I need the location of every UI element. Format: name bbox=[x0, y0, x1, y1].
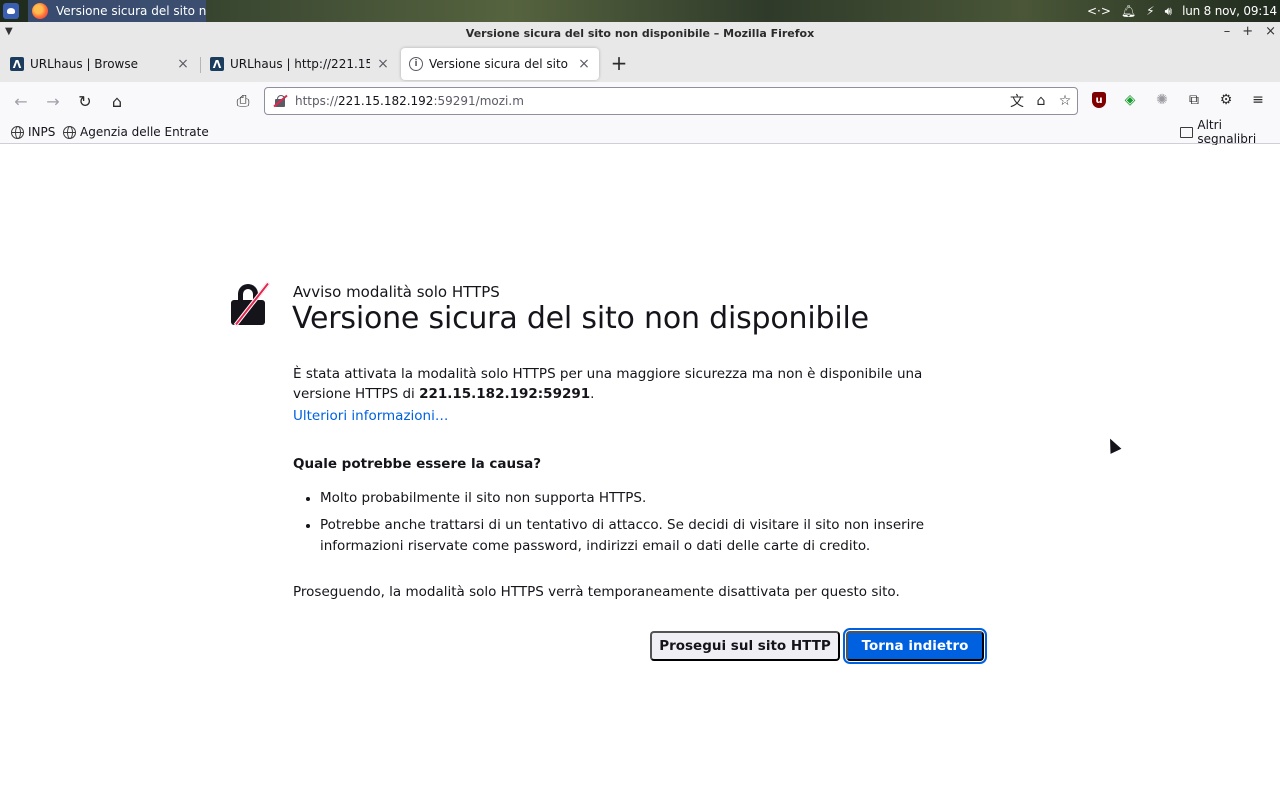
power-icon[interactable]: ⚡︎ bbox=[1146, 0, 1154, 22]
url-text[interactable]: https://221.15.182.192:59291/mozi.m bbox=[295, 94, 1005, 108]
mouse-cursor-icon bbox=[1104, 436, 1122, 454]
reload-button[interactable]: ↻ bbox=[72, 88, 98, 114]
continue-http-button[interactable]: Prosegui sul sito HTTP bbox=[650, 631, 840, 661]
window-titlebar[interactable]: ▼ Versione sicura del sito non disponibi… bbox=[0, 22, 1280, 44]
tab-urlhaus-url[interactable]: Λ URLhaus | http://221.15.182.192:59291/… bbox=[202, 48, 398, 80]
tab-urlhaus-browse[interactable]: Λ URLhaus | Browse × bbox=[2, 48, 198, 80]
system-panel: Versione sicura del sito non ... <·> 🔔︎ … bbox=[0, 0, 1280, 22]
taskbar-item-firefox[interactable]: Versione sicura del sito non ... bbox=[28, 0, 206, 22]
tab-https-warning[interactable]: i Versione sicura del sito non disponibi… bbox=[401, 48, 599, 80]
bookmarks-toolbar: INPS Agenzia delle Entrate Altri segnali… bbox=[0, 118, 1280, 146]
print-button[interactable]: ⎙ bbox=[230, 88, 256, 114]
urlhaus-icon: Λ bbox=[210, 57, 224, 71]
extensions-puzzle-icon[interactable]: ⧉ bbox=[1184, 90, 1204, 110]
maximize-button[interactable]: + bbox=[1242, 24, 1253, 39]
clock[interactable]: lun 8 nov, 09:14 bbox=[1182, 4, 1277, 18]
volume-icon[interactable]: 🔊︎ bbox=[1165, 0, 1173, 22]
ublock-origin-icon[interactable]: u bbox=[1092, 92, 1106, 108]
bookmark-agenzia-entrate[interactable]: Agenzia delle Entrate bbox=[63, 123, 209, 141]
site-extension-icon[interactable]: ⌂ bbox=[1029, 89, 1053, 113]
causes-heading: Quale potrebbe essere la causa? bbox=[293, 456, 542, 472]
tab-strip: Λ URLhaus | Browse × Λ URLhaus | http://… bbox=[0, 44, 1280, 82]
window-menu-icon[interactable]: ▼ bbox=[5, 26, 13, 37]
system-tray: <·> 🔔︎ ⚡︎ 🔊︎ lun 8 nov, 09:14 bbox=[1087, 0, 1280, 22]
tab-label: Versione sicura del sito non disponibile bbox=[429, 57, 571, 71]
code-icon[interactable]: <·> bbox=[1087, 0, 1111, 22]
hamburger-menu-icon[interactable]: ≡ bbox=[1248, 90, 1268, 110]
globe-icon bbox=[63, 125, 76, 139]
list-item: Potrebbe anche trattarsi di un tentativo… bbox=[293, 515, 983, 557]
intro-paragraph: È stata attivata la modalità solo HTTPS … bbox=[293, 366, 923, 402]
continue-note: Proseguendo, la modalità solo HTTPS verr… bbox=[293, 584, 900, 600]
navigation-toolbar: ← → ↻ ⌂ ⎙ https://221.15.182.192:59291/m… bbox=[0, 82, 1280, 119]
page-title: Versione sicura del sito non disponibile bbox=[292, 301, 869, 336]
tab-label: URLhaus | http://221.15.182.192:59291/mo… bbox=[230, 57, 370, 71]
learn-more-link[interactable]: Ulteriori informazioni… bbox=[293, 408, 448, 424]
close-tab-icon[interactable]: × bbox=[176, 56, 190, 72]
app-menu-icon[interactable] bbox=[3, 3, 19, 19]
globe-icon bbox=[11, 125, 24, 139]
page-kicker: Avviso modalità solo HTTPS bbox=[293, 283, 500, 301]
tab-separator bbox=[200, 57, 201, 73]
folder-icon bbox=[1180, 126, 1194, 138]
extension-gear-icon[interactable]: ✺ bbox=[1152, 90, 1172, 110]
info-icon: i bbox=[409, 57, 423, 71]
translate-icon[interactable]: 文 bbox=[1005, 89, 1029, 113]
host-address: 221.15.182.192:59291 bbox=[419, 386, 591, 402]
new-tab-button[interactable]: + bbox=[607, 52, 631, 76]
shield-extension-icon[interactable]: ◈ bbox=[1120, 90, 1140, 110]
address-bar[interactable]: https://221.15.182.192:59291/mozi.m 文 ⌂ … bbox=[264, 87, 1078, 115]
back-button[interactable]: ← bbox=[8, 88, 34, 114]
firefox-icon bbox=[32, 3, 48, 19]
bell-icon[interactable]: 🔔︎ bbox=[1121, 0, 1136, 22]
forward-button[interactable]: → bbox=[40, 88, 66, 114]
close-tab-icon[interactable]: × bbox=[577, 56, 591, 72]
close-window-button[interactable]: × bbox=[1265, 24, 1276, 39]
broken-lock-icon bbox=[227, 281, 273, 328]
close-tab-icon[interactable]: × bbox=[376, 56, 390, 72]
tab-label: URLhaus | Browse bbox=[30, 57, 138, 71]
minimize-button[interactable]: – bbox=[1224, 24, 1231, 39]
taskbar-item-label: Versione sicura del sito non ... bbox=[56, 4, 206, 18]
window-title: Versione sicura del sito non disponibile… bbox=[465, 26, 815, 40]
insecure-lock-icon[interactable] bbox=[273, 94, 288, 108]
list-item: Molto probabilmente il sito non supporta… bbox=[293, 488, 983, 509]
urlhaus-icon: Λ bbox=[10, 57, 24, 71]
bookmark-star-icon[interactable]: ☆ bbox=[1053, 89, 1077, 113]
home-button[interactable]: ⌂ bbox=[104, 88, 130, 114]
other-bookmarks[interactable]: Altri segnalibri bbox=[1180, 118, 1280, 146]
bookmark-inps[interactable]: INPS bbox=[11, 123, 55, 141]
go-back-button[interactable]: Torna indietro bbox=[843, 628, 987, 664]
settings-gear-icon[interactable]: ⚙ bbox=[1216, 90, 1236, 110]
causes-list: Molto probabilmente il sito non supporta… bbox=[293, 488, 983, 563]
page-content: Avviso modalità solo HTTPS Versione sicu… bbox=[0, 145, 1280, 800]
